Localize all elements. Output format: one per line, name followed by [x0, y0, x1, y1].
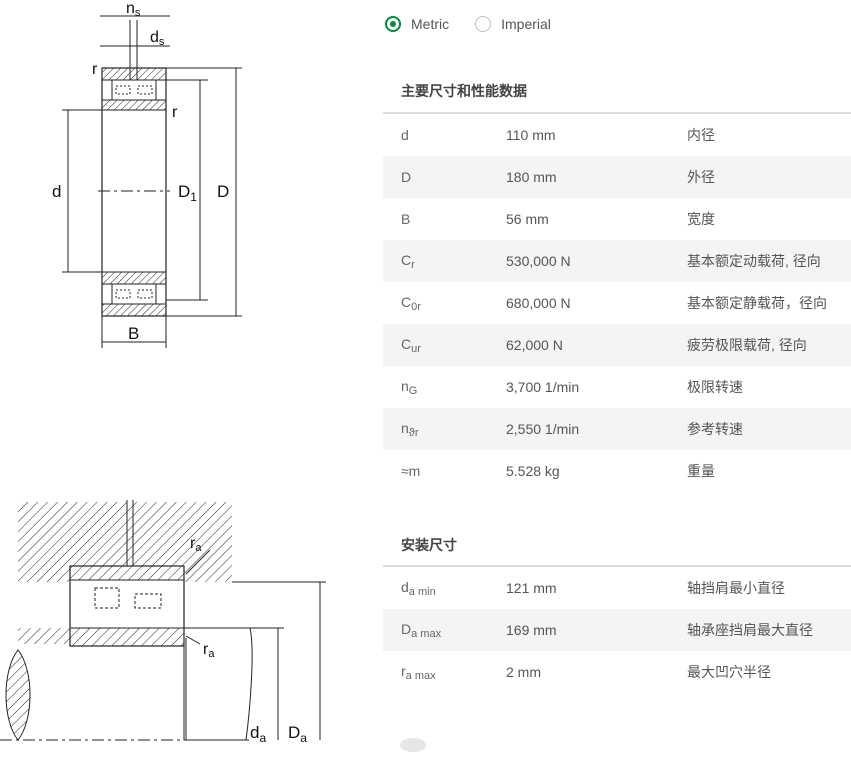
description-cell: 极限转速	[687, 379, 743, 395]
symbol-subscript: G	[408, 384, 418, 397]
metric-label[interactable]: Metric	[411, 16, 449, 32]
symbol-cell: da min	[383, 579, 506, 598]
symbol-cell: nϑr	[383, 420, 506, 439]
value-cell: 530,000 N	[506, 253, 571, 269]
symbol-subscript: 0r	[411, 300, 421, 313]
symbol-cell: C0r	[383, 294, 506, 313]
value-cell: 2,550 1/min	[506, 421, 580, 437]
radio-checked-icon[interactable]	[385, 16, 401, 32]
value-cell: 5.528 kg	[506, 463, 560, 479]
label-r-inner: r	[172, 104, 178, 121]
description-cell: 最大凹穴半径	[687, 664, 771, 680]
table-row: nϑr 2,550 1/min 参考转速	[383, 408, 851, 450]
symbol: B	[401, 211, 411, 227]
description-cell: 内径	[687, 127, 715, 143]
symbol-cell: Da max	[383, 621, 506, 640]
label-D1: D1	[178, 182, 197, 204]
symbol: C	[401, 293, 412, 310]
description-cell: 轴挡肩最小直径	[687, 580, 785, 596]
label-d: d	[52, 182, 61, 201]
value-cell: 121 mm	[506, 580, 557, 596]
symbol-subscript: ϑr	[408, 426, 419, 439]
symbol-cell: B	[383, 211, 506, 227]
label-ds: ds	[150, 29, 165, 48]
symbol-cell: Cr	[383, 252, 506, 271]
dimensions-table: d 110 mm 内径 D 180 mm 外径 B 56 mm 宽度 Cr 530,000 N 基本额…	[383, 112, 851, 492]
table-row: D 180 mm 外径	[383, 156, 851, 198]
value-cell: 62,000 N	[506, 337, 563, 353]
table-row: B 56 mm 宽度	[383, 198, 851, 240]
unit-selector: Metric Imperial	[385, 12, 551, 36]
symbol: n	[401, 419, 409, 436]
value-cell: 56 mm	[506, 211, 549, 227]
symbol-cell: ra max	[383, 663, 506, 682]
symbol-subscript: a max	[405, 669, 436, 682]
symbol-subscript: a min	[408, 585, 436, 598]
symbol: d	[401, 578, 409, 595]
symbol: D	[401, 169, 412, 185]
table-row: Cr 530,000 N 基本额定动载荷, 径向	[383, 240, 851, 282]
bearing-section-drawing: ns ds r r d D1 D B	[52, 0, 242, 348]
symbol: ≈m	[401, 463, 421, 479]
description-cell: 基本额定动载荷, 径向	[687, 253, 821, 269]
radio-unchecked-icon[interactable]	[475, 16, 492, 32]
symbol: d	[401, 127, 409, 143]
description-cell: 轴承座挡肩最大直径	[687, 622, 813, 638]
symbol-cell: nG	[383, 378, 506, 397]
description-cell: 外径	[687, 169, 715, 185]
symbol: C	[401, 251, 412, 268]
symbol-subscript: a max	[411, 627, 442, 640]
description-cell: 参考转速	[687, 421, 743, 437]
symbol: C	[401, 335, 412, 352]
label-ns: ns	[126, 0, 141, 19]
label-D: D	[217, 182, 229, 201]
mounting-drawing: ra ra da Da	[0, 500, 326, 745]
table-row: Cur 62,000 N 疲劳极限载荷, 径向	[383, 324, 851, 366]
symbol: n	[401, 377, 409, 394]
value-cell: 110 mm	[506, 127, 556, 143]
label-ra-bottom: ra	[203, 641, 215, 660]
imperial-option[interactable]: Imperial	[475, 16, 551, 32]
imperial-label[interactable]: Imperial	[501, 16, 551, 32]
label-r-top: r	[92, 61, 98, 78]
value-cell: 2 mm	[506, 664, 541, 680]
value-cell: 680,000 N	[506, 295, 571, 311]
value-cell: 180 mm	[506, 169, 557, 185]
description-cell: 疲劳极限载荷, 径向	[687, 337, 807, 353]
symbol-cell: d	[383, 127, 506, 143]
value-cell: 169 mm	[506, 622, 557, 638]
description-cell: 宽度	[687, 211, 715, 227]
metric-option[interactable]: Metric	[385, 16, 449, 32]
mounting-title: 安装尺寸	[401, 537, 457, 553]
mounting-table: da min 121 mm 轴挡肩最小直径 Da max 169 mm 轴承座挡肩最大直径…	[383, 565, 851, 693]
value-cell: 3,700 1/min	[506, 379, 580, 395]
description-cell: 基本额定静载荷，径向	[687, 295, 827, 311]
symbol-subscript: ur	[411, 342, 421, 355]
symbol-cell: D	[383, 169, 506, 185]
table-row: d 110 mm 内径	[383, 114, 851, 156]
table-row: nG 3,700 1/min 极限转速	[383, 366, 851, 408]
label-da: da	[250, 723, 266, 745]
label-B: B	[128, 324, 139, 343]
label-Da: Da	[288, 723, 307, 745]
table-row: Da max 169 mm 轴承座挡肩最大直径	[383, 609, 851, 651]
table-row: ≈m 5.528 kg 重量	[383, 450, 851, 492]
table-row: da min 121 mm 轴挡肩最小直径	[383, 567, 851, 609]
symbol-subscript: r	[411, 258, 415, 271]
symbol-cell: ≈m	[383, 463, 506, 479]
table-row: ra max 2 mm 最大凹穴半径	[383, 651, 851, 693]
table-row: C0r 680,000 N 基本额定静载荷，径向	[383, 282, 851, 324]
symbol-cell: Cur	[383, 336, 506, 355]
loading-spinner-icon	[400, 738, 426, 752]
symbol: D	[401, 620, 412, 637]
dimensions-title: 主要尺寸和性能数据	[401, 83, 527, 99]
description-cell: 重量	[687, 463, 715, 479]
